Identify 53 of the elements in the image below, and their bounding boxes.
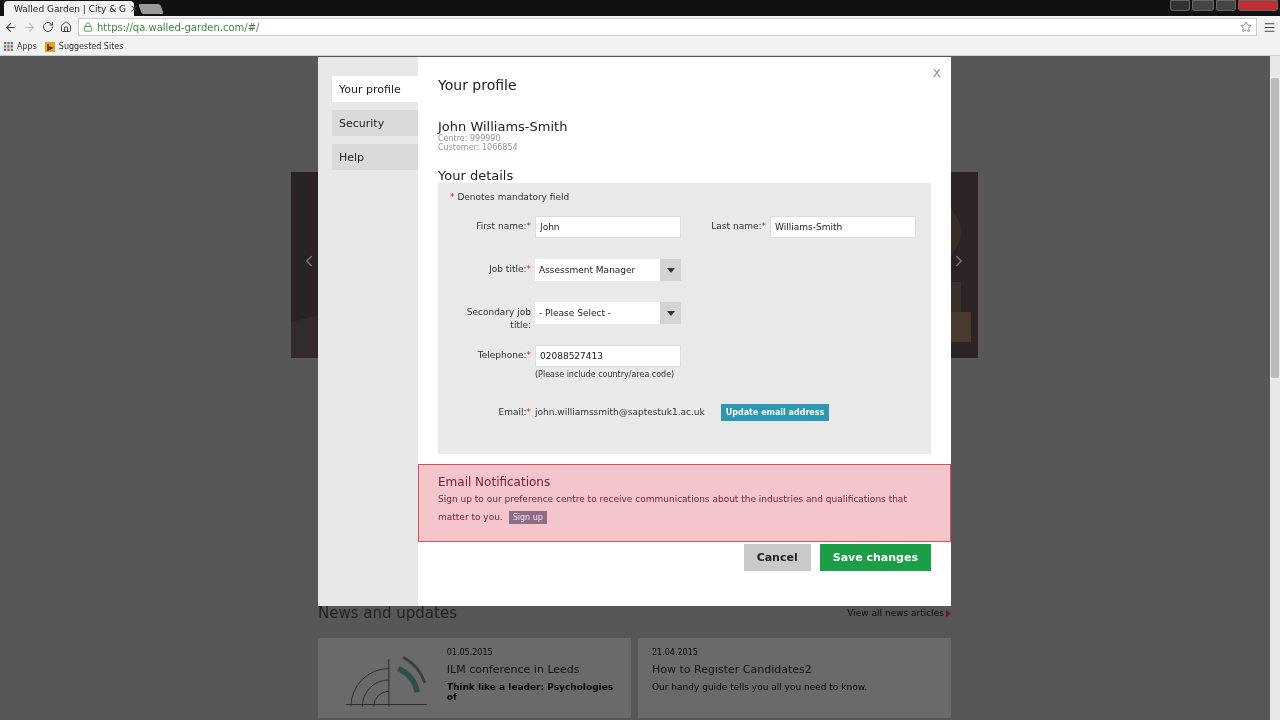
address-bar[interactable]: https://qa.walled-garden.com/#/ — [78, 18, 1257, 36]
section-title: Your details — [438, 168, 515, 183]
bookmark-link[interactable]: Suggested Sites — [44, 41, 124, 52]
minimize-button[interactable] — [1192, 0, 1214, 11]
banner-text: Sign up to our preference centre to receive communications about the industries and qualifications that — [438, 493, 907, 506]
centre-number: Centre: 999990 — [438, 134, 502, 143]
field-label: Telephone:* — [476, 349, 532, 362]
triangle-icon — [946, 609, 951, 617]
restore-button[interactable] — [1216, 0, 1236, 11]
field-label: Job title:* — [487, 263, 532, 276]
banner-title: Email Notifications — [438, 475, 552, 489]
grid-icon — [4, 42, 13, 51]
news-date: 21.04.2015 — [652, 648, 699, 657]
cancel-button[interactable]: Cancel — [743, 544, 811, 571]
job-title-select[interactable]: - Please Select - — [535, 302, 681, 324]
new-tab-button[interactable] — [138, 4, 164, 14]
field-label: Last name:* — [710, 220, 767, 233]
sign-up-button[interactable]: Sign up — [508, 511, 547, 524]
nav-tab[interactable]: Help — [332, 144, 418, 170]
menu-icon[interactable] — [1263, 20, 1276, 34]
bookmark-link[interactable]: Apps — [4, 42, 37, 51]
news-card[interactable]: 21.04.2015 How to Register Candidates2 Our handy guide tells you all you need to know. — [638, 638, 951, 718]
field-label: Email:* — [497, 405, 532, 419]
text-field[interactable]: 02088527413 — [535, 345, 681, 367]
field-hint: (Please include country/area code) — [535, 370, 676, 379]
text-field[interactable]: Williams-Smith — [770, 216, 916, 238]
job-title-select[interactable]: Assessment Manager — [535, 259, 681, 281]
user-name: John Williams-Smith — [438, 119, 569, 134]
scrollbar[interactable] — [1270, 56, 1280, 720]
text-field[interactable]: John — [535, 216, 681, 238]
site-icon — [44, 41, 55, 52]
star-icon[interactable] — [1240, 21, 1252, 33]
field-label: First name:* — [475, 220, 532, 233]
news-summary: Our handy guide tells you all you need to know. — [652, 682, 868, 692]
customer-number: Customer: 1066854 — [438, 143, 519, 152]
caret-icon — [660, 259, 681, 281]
nav-tab[interactable]: Security — [332, 110, 418, 136]
mandatory-note: * Denotes mandatory field — [450, 192, 571, 202]
reload-icon[interactable] — [42, 21, 54, 33]
dialog-title: Your profile — [438, 77, 518, 93]
home-icon[interactable] — [60, 21, 72, 33]
banner-text: matter to you. — [438, 511, 503, 524]
news-card[interactable]: 01.05.2015 ILM conference in Leeds Think like a leader: Psychologies of — [318, 638, 631, 718]
news-summary: Think like a leader: Psychologies of — [446, 682, 615, 702]
news-date: 01.05.2015 — [446, 648, 494, 657]
user-button[interactable] — [1170, 0, 1190, 11]
tab-title: Walled Garden | City & G — [14, 3, 127, 14]
caret-icon — [660, 302, 681, 324]
nav-tab[interactable]: Your profile — [332, 76, 418, 102]
back-icon[interactable] — [4, 20, 17, 34]
lock-icon — [83, 22, 93, 32]
field-label: Secondary job title: — [465, 306, 532, 332]
email-address: john.williamssmith@saptestuk1.ac.uk — [535, 407, 705, 417]
